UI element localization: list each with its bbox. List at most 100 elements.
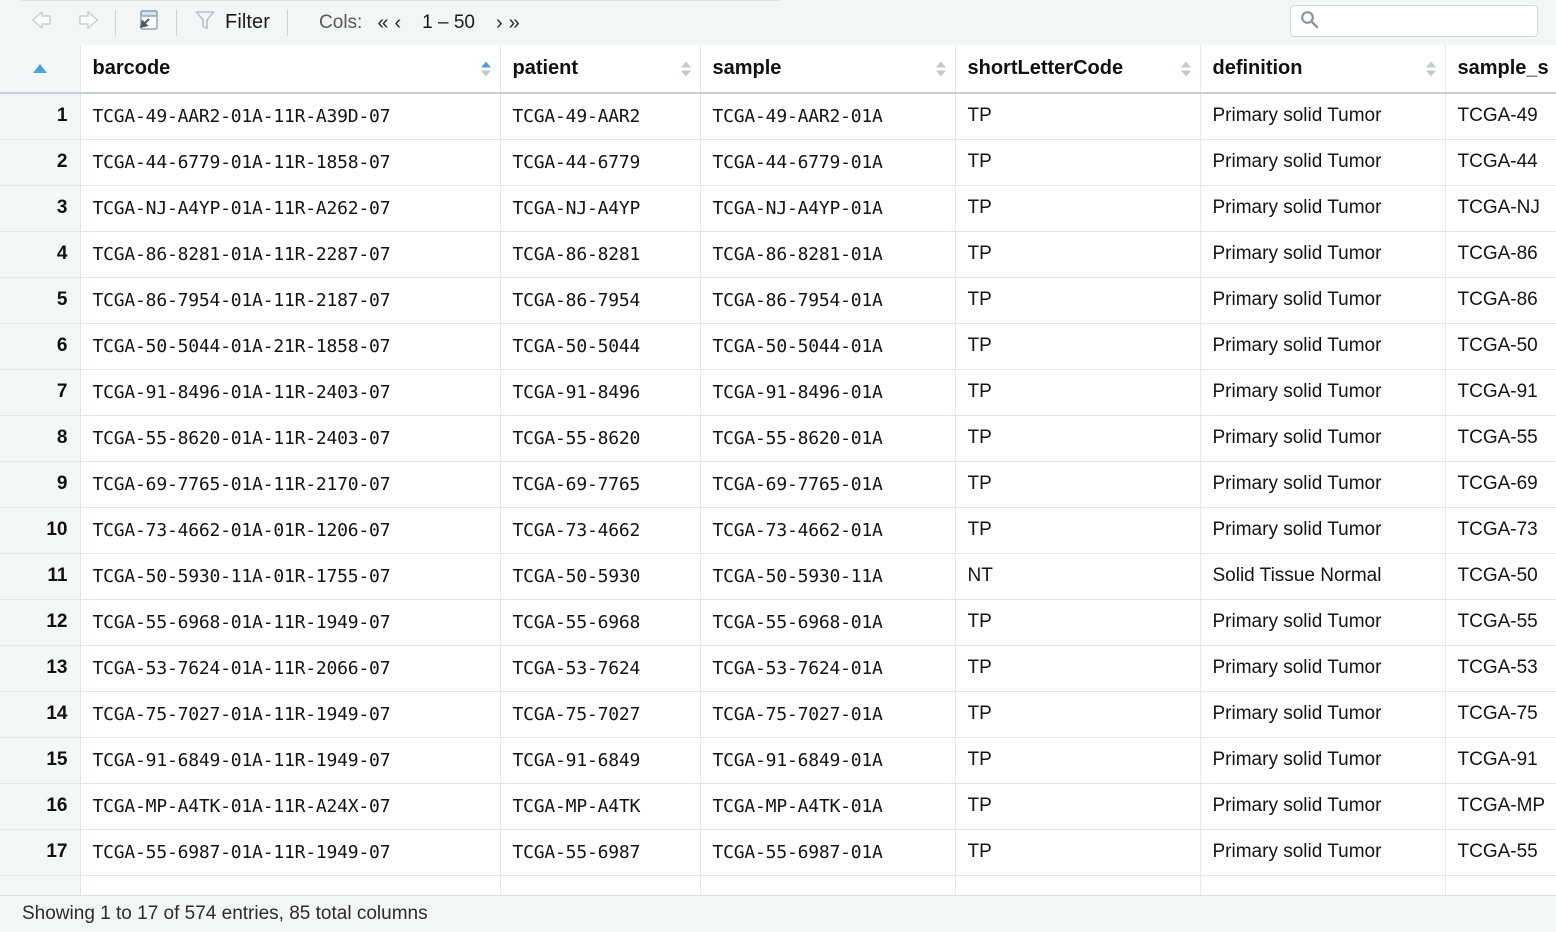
- history-nav: [28, 10, 102, 36]
- cell-patient: TCGA-91-6849: [500, 737, 701, 784]
- cell-patient: TCGA-49-AAR2: [500, 93, 701, 140]
- column-header-sample_s[interactable]: sample_s: [1445, 45, 1556, 94]
- cell-sample: [700, 875, 956, 895]
- cell-shortLetterCode: [955, 875, 1201, 895]
- table-row[interactable]: 6 TCGA-50-5044-01A-21R-1858-07 TCGA-50-504…: [0, 323, 1556, 370]
- cell-barcode: TCGA-55-6968-01A-11R-1949-07: [80, 599, 501, 646]
- arrow-left-icon: [30, 9, 60, 36]
- cell-barcode: TCGA-73-4662-01A-01R-1206-07: [80, 507, 501, 554]
- cell-definition: Primary solid Tumor: [1200, 93, 1446, 140]
- cell-sample: TCGA-91-8496-01A: [700, 369, 956, 416]
- table-row[interactable]: 16 TCGA-MP-A4TK-01A-11R-A24X-07 TCGA-MP-A4…: [0, 783, 1556, 830]
- table-row[interactable]: 10 TCGA-73-4662-01A-01R-1206-07 TCGA-73-46…: [0, 507, 1556, 554]
- cell-sample_s: [1445, 875, 1556, 895]
- cell-definition: Primary solid Tumor: [1200, 645, 1446, 692]
- cell-barcode: TCGA-50-5044-01A-21R-1858-07: [80, 323, 501, 370]
- table-row[interactable]: 2 TCGA-44-6779-01A-11R-1858-07 TCGA-44-677…: [0, 139, 1556, 186]
- cell-sample: TCGA-MP-A4TK-01A: [700, 783, 956, 830]
- forward-button[interactable]: [68, 10, 102, 36]
- search-icon: [1299, 9, 1319, 34]
- column-header-patient[interactable]: patient: [500, 45, 701, 94]
- back-button[interactable]: [28, 10, 62, 36]
- cell-sample_s: TCGA-55: [1445, 415, 1556, 462]
- table-row[interactable]: 9 TCGA-69-7765-01A-11R-2170-07 TCGA-69-776…: [0, 461, 1556, 508]
- cell-barcode: TCGA-86-8281-01A-11R-2287-07: [80, 231, 501, 278]
- cell-barcode: TCGA-91-6849-01A-11R-1949-07: [80, 737, 501, 784]
- cell-definition: Primary solid Tumor: [1200, 599, 1446, 646]
- table-row[interactable]: 14 TCGA-75-7027-01A-11R-1949-07 TCGA-75-70…: [0, 691, 1556, 738]
- table-row[interactable]: 15 TCGA-91-6849-01A-11R-1949-07 TCGA-91-68…: [0, 737, 1556, 784]
- column-header-label: sample: [712, 57, 782, 79]
- table-row[interactable]: 5 TCGA-86-7954-01A-11R-2187-07 TCGA-86-795…: [0, 277, 1556, 324]
- row-number-cell: [0, 875, 81, 895]
- data-table: barcode patient sample shortLetterCode d…: [0, 45, 1556, 895]
- table-row[interactable]: 4 TCGA-86-8281-01A-11R-2287-07 TCGA-86-828…: [0, 231, 1556, 278]
- cell-definition: Primary solid Tumor: [1200, 231, 1446, 278]
- search-box[interactable]: [1290, 5, 1538, 37]
- cell-patient: [500, 875, 701, 895]
- columns-pagination: Cols: « ‹ 1 – 50 › »: [319, 12, 523, 34]
- cell-definition: Primary solid Tumor: [1200, 461, 1446, 508]
- column-header-sample[interactable]: sample: [700, 45, 956, 94]
- cell-sample: TCGA-55-6987-01A: [700, 829, 956, 876]
- cell-shortLetterCode: TP: [955, 599, 1201, 646]
- table-row[interactable]: 8 TCGA-55-8620-01A-11R-2403-07 TCGA-55-862…: [0, 415, 1556, 462]
- cell-barcode: TCGA-55-8620-01A-11R-2403-07: [80, 415, 501, 462]
- toolbar: Filter Cols: « ‹ 1 – 50 › »: [0, 0, 1556, 45]
- row-number-cell: 12: [0, 599, 81, 646]
- cell-patient: TCGA-55-6987: [500, 829, 701, 876]
- cell-patient: TCGA-75-7027: [500, 691, 701, 738]
- sort-arrows-icon: [1180, 61, 1191, 76]
- cell-sample: TCGA-75-7027-01A: [700, 691, 956, 738]
- row-number-cell: 9: [0, 461, 81, 508]
- previous-columns-page-button[interactable]: ‹: [391, 13, 404, 33]
- cell-shortLetterCode: TP: [955, 691, 1201, 738]
- cell-sample_s: TCGA-49: [1445, 93, 1556, 140]
- cell-sample: TCGA-91-6849-01A: [700, 737, 956, 784]
- cell-shortLetterCode: TP: [955, 829, 1201, 876]
- cell-shortLetterCode: TP: [955, 93, 1201, 140]
- cell-definition: Primary solid Tumor: [1200, 783, 1446, 830]
- row-number-cell: 15: [0, 737, 81, 784]
- sort-arrows-icon: [935, 61, 946, 76]
- first-columns-page-button[interactable]: «: [374, 13, 391, 33]
- row-number-cell: 11: [0, 553, 81, 600]
- row-number-cell: 5: [0, 277, 81, 324]
- filter-button[interactable]: Filter: [190, 8, 274, 38]
- cell-patient: TCGA-55-8620: [500, 415, 701, 462]
- cell-sample: TCGA-55-8620-01A: [700, 415, 956, 462]
- cell-shortLetterCode: TP: [955, 461, 1201, 508]
- table-row[interactable]: 11 TCGA-50-5930-11A-01R-1755-07 TCGA-50-59…: [0, 553, 1556, 600]
- column-header-shortLetterCode[interactable]: shortLetterCode: [955, 45, 1201, 94]
- row-number-cell: 8: [0, 415, 81, 462]
- entries-status-label: Showing 1 to 17 of 574 entries, 85 total…: [22, 903, 428, 924]
- table-header: barcode patient sample shortLetterCode d…: [0, 45, 1556, 94]
- cell-sample: TCGA-49-AAR2-01A: [700, 93, 956, 140]
- cell-sample: TCGA-50-5044-01A: [700, 323, 956, 370]
- open-in-new-window-button[interactable]: [129, 8, 163, 38]
- last-columns-page-button[interactable]: »: [506, 13, 523, 33]
- table-row[interactable]: 3 TCGA-NJ-A4YP-01A-11R-A262-07 TCGA-NJ-A4Y…: [0, 185, 1556, 232]
- cell-sample_s: TCGA-86: [1445, 231, 1556, 278]
- cell-shortLetterCode: TP: [955, 185, 1201, 232]
- table-row[interactable]: 17 TCGA-55-6987-01A-11R-1949-07 TCGA-55-69…: [0, 829, 1556, 876]
- column-header-barcode[interactable]: barcode: [80, 45, 501, 94]
- cell-barcode: TCGA-49-AAR2-01A-11R-A39D-07: [80, 93, 501, 140]
- cell-sample: TCGA-69-7765-01A: [700, 461, 956, 508]
- data-table-scroll-area[interactable]: barcode patient sample shortLetterCode d…: [0, 45, 1556, 895]
- table-row[interactable]: 1 TCGA-49-AAR2-01A-11R-A39D-07 TCGA-49-AAR…: [0, 93, 1556, 140]
- cell-barcode: TCGA-91-8496-01A-11R-2403-07: [80, 369, 501, 416]
- column-header-definition[interactable]: definition: [1200, 45, 1446, 94]
- table-row[interactable]: 7 TCGA-91-8496-01A-11R-2403-07 TCGA-91-849…: [0, 369, 1556, 416]
- row-number-cell: 16: [0, 783, 81, 830]
- row-number-sort-indicator: [0, 64, 79, 73]
- cell-patient: TCGA-53-7624: [500, 645, 701, 692]
- table-row[interactable]: 12 TCGA-55-6968-01A-11R-1949-07 TCGA-55-69…: [0, 599, 1556, 646]
- cell-definition: Primary solid Tumor: [1200, 691, 1446, 738]
- next-columns-page-button[interactable]: ›: [493, 13, 506, 33]
- row-number-header[interactable]: [0, 45, 81, 94]
- arrow-right-icon: [70, 9, 100, 36]
- table-row[interactable]: 13 TCGA-53-7624-01A-11R-2066-07 TCGA-53-76…: [0, 645, 1556, 692]
- search-input[interactable]: [1325, 12, 1525, 30]
- table-row[interactable]: [0, 875, 1556, 895]
